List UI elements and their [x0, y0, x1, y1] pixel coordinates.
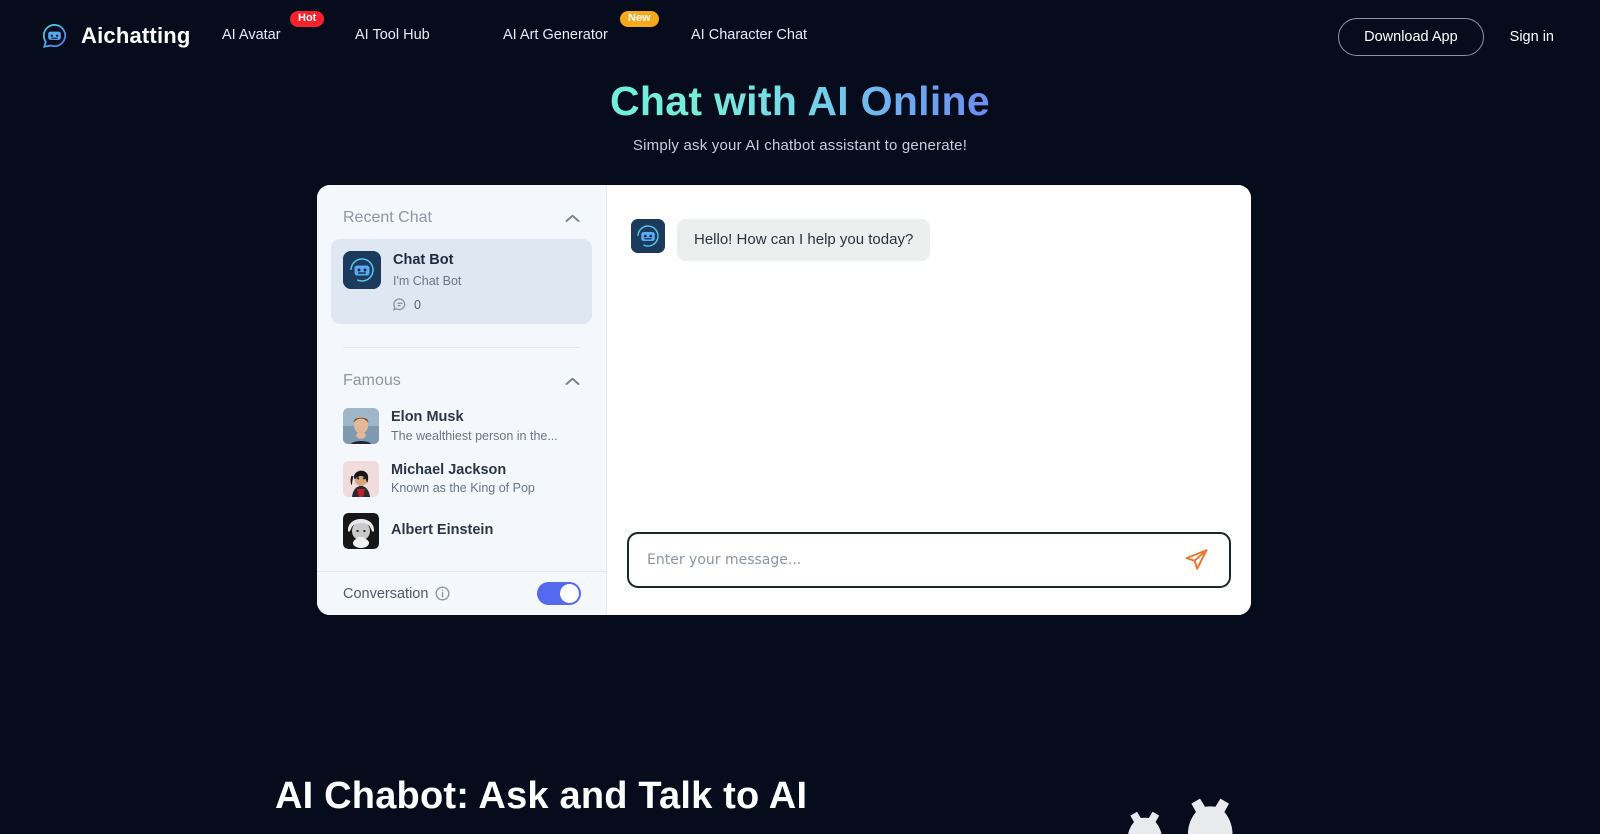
download-app-button[interactable]: Download App	[1338, 18, 1484, 56]
famous-desc: The wealthiest person in the...	[391, 429, 558, 444]
chevron-up-icon[interactable]	[565, 214, 580, 223]
albert-einstein-body: Albert Einstein	[391, 521, 493, 541]
chat-bot-count-value: 0	[414, 298, 421, 313]
chat-bubble-icon	[393, 298, 406, 312]
chat-panel: Hello! How can I help you today?	[607, 185, 1251, 615]
nav-item-ai-character-chat[interactable]: AI Character Chat	[691, 27, 807, 43]
nav-item-ai-art-generator[interactable]: AI Art Generator	[503, 27, 608, 43]
chat-bot-message-count: 0	[393, 298, 461, 312]
message-bubble: Hello! How can I help you today?	[677, 219, 931, 261]
recent-chat-title: Recent Chat	[343, 209, 432, 226]
chat-app-card: Recent Chat Chat Bot I'm Chat Bot 0 Famo…	[317, 185, 1251, 615]
message-bot: Hello! How can I help you today?	[631, 219, 1227, 261]
page-subtitle: Simply ask your AI chatbot assistant to …	[632, 137, 968, 154]
famous-header: Famous	[329, 348, 594, 400]
section-title: AI Chabot: Ask and Talk to AI	[275, 775, 808, 817]
famous-name: Elon Musk	[391, 409, 464, 426]
famous-desc: Known as the King of Pop	[391, 481, 535, 496]
avatar	[343, 460, 379, 497]
chat-sidebar: Recent Chat Chat Bot I'm Chat Bot 0 Famo…	[317, 185, 607, 615]
sidebar-item-elon-musk[interactable]: Elon Musk The wealthiest person in the..…	[329, 400, 594, 452]
chatbot-logo-icon	[42, 24, 67, 48]
avatar	[343, 408, 379, 445]
header-actions: Download App Sign in	[1338, 0, 1600, 74]
famous-name: Michael Jackson	[391, 461, 507, 478]
sign-in-link[interactable]: Sign in	[1510, 29, 1554, 45]
conversation-toggle[interactable]	[537, 582, 581, 605]
brand-logo[interactable]: Aichatting	[38, 19, 191, 52]
chatbot-avatar	[343, 251, 381, 289]
sidebar-item-chat-bot[interactable]: Chat Bot I'm Chat Bot 0	[331, 239, 592, 325]
sidebar-item-michael-jackson[interactable]: Michael Jackson Known as the King of Pop	[329, 453, 594, 505]
message-list: Hello! How can I help you today?	[607, 185, 1251, 523]
nav-badge-new: New	[620, 11, 659, 27]
page-title: Chat with AI Online	[609, 78, 990, 124]
info-circle-icon[interactable]	[435, 586, 450, 601]
chatbot-avatar	[631, 219, 665, 253]
sidebar-item-albert-einstein[interactable]: Albert Einstein	[329, 505, 594, 557]
elon-musk-body: Elon Musk The wealthiest person in the..…	[391, 408, 558, 444]
chat-bot-name: Chat Bot	[393, 252, 454, 268]
sidebar-item-chat-bot-body: Chat Bot I'm Chat Bot 0	[393, 251, 461, 312]
bottom-section: AI Chabot: Ask and Talk to AI	[0, 700, 1600, 834]
nav-item-ai-avatar[interactable]: AI Avatar	[222, 27, 281, 43]
hero-section: Chat with AI Online Simply ask your AI c…	[0, 78, 1600, 154]
sidebar-footer: Conversation	[317, 571, 606, 615]
message-input-wrapper[interactable]	[627, 532, 1231, 588]
gears-icon	[1128, 798, 1233, 834]
chat-bot-desc: I'm Chat Bot	[393, 273, 462, 288]
site-header: Aichatting AI Avatar Hot AI Tool Hub AI …	[0, 0, 1600, 74]
message-composer	[607, 523, 1251, 615]
avatar	[343, 512, 379, 549]
brand-name: Aichatting	[81, 22, 191, 48]
nav-item-ai-tool-hub[interactable]: AI Tool Hub	[355, 27, 430, 43]
famous-name: Albert Einstein	[391, 521, 494, 538]
chevron-up-icon[interactable]	[565, 377, 580, 386]
nav-badge-hot: Hot	[290, 11, 325, 27]
famous-title: Famous	[343, 372, 401, 390]
recent-chat-header: Recent Chat	[329, 185, 594, 237]
paper-plane-send-icon[interactable]	[1181, 545, 1211, 575]
message-input[interactable]	[647, 552, 1181, 568]
conversation-label: Conversation	[343, 585, 429, 602]
sidebar-scroll-area[interactable]: Recent Chat Chat Bot I'm Chat Bot 0 Famo…	[317, 185, 606, 571]
michael-jackson-body: Michael Jackson Known as the King of Pop	[391, 461, 535, 497]
